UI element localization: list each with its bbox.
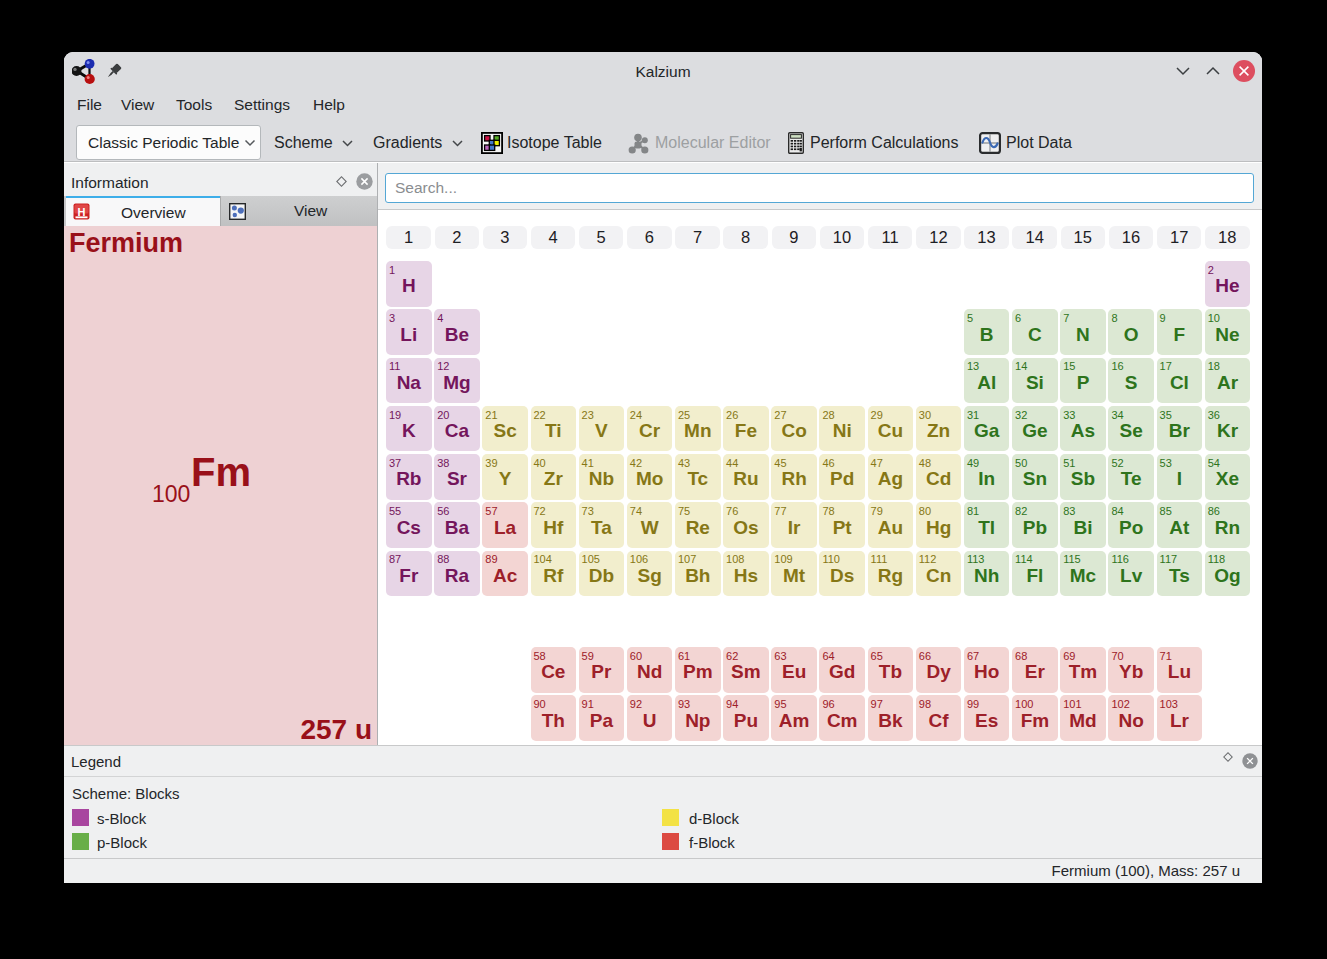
svg-text:H: H bbox=[78, 206, 86, 218]
